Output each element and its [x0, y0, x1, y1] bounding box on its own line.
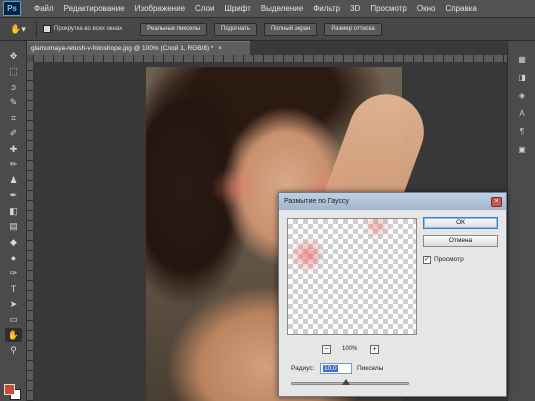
- preview-checkbox-label: Просмотр: [434, 256, 464, 263]
- preview-zoom-level: 100%: [342, 346, 358, 352]
- horizontal-ruler: [33, 55, 507, 62]
- menu-file[interactable]: Файл: [29, 4, 59, 13]
- preview-blush-left: [290, 237, 326, 273]
- healing-brush-tool-icon[interactable]: ✚: [5, 142, 22, 156]
- menu-bar: Ps Файл Редактирование Изображение Слои …: [0, 0, 535, 18]
- menu-type[interactable]: Шрифт: [219, 4, 255, 13]
- panel-dock: ▦ ◨ ◈ A ¶ ▣: [507, 41, 535, 401]
- fit-screen-button[interactable]: Подогнать: [214, 22, 257, 36]
- cancel-button[interactable]: Отмена: [423, 235, 498, 247]
- radius-label: Радиус:: [291, 365, 315, 372]
- path-select-tool-icon[interactable]: ➤: [5, 297, 22, 311]
- document-tab-bar: glamurnaya-retush-v-fotoshope.jpg @ 100%…: [27, 41, 507, 55]
- radius-value: 10,0: [323, 365, 338, 372]
- menu-layers[interactable]: Слои: [190, 4, 219, 13]
- document-tab-title: glamurnaya-retush-v-fotoshope.jpg @ 100%…: [31, 45, 214, 52]
- radius-input[interactable]: 10,0: [320, 363, 352, 374]
- gradient-tool-icon[interactable]: ▤: [5, 220, 22, 234]
- zoom-out-button[interactable]: −: [322, 345, 331, 354]
- menu-image[interactable]: Изображение: [130, 4, 190, 13]
- scroll-all-windows-label: Прокрутка во всех окнах: [54, 26, 123, 32]
- eraser-tool-icon[interactable]: ◧: [5, 204, 22, 218]
- radius-units: Пикселы: [357, 365, 384, 372]
- blur-tool-icon[interactable]: ◆: [5, 235, 22, 249]
- hand-tool-icon[interactable]: ✋: [5, 328, 22, 342]
- document-tab[interactable]: glamurnaya-retush-v-fotoshope.jpg @ 100%…: [27, 41, 250, 55]
- adjustments-panel-icon[interactable]: ◨: [515, 71, 529, 83]
- crop-tool-icon[interactable]: ⌗: [5, 111, 22, 125]
- character-panel-icon[interactable]: A: [515, 107, 529, 119]
- preview-blush-right: [362, 219, 392, 239]
- scroll-all-windows-checkbox[interactable]: [43, 25, 51, 33]
- quick-select-tool-icon[interactable]: ✎: [5, 96, 22, 110]
- history-brush-tool-icon[interactable]: ✒: [5, 189, 22, 203]
- dialog-title: Размытие по Гауссу: [279, 193, 506, 210]
- menu-help[interactable]: Справка: [440, 4, 481, 13]
- menu-view[interactable]: Просмотр: [365, 4, 412, 13]
- marquee-tool-icon[interactable]: ⬚: [5, 65, 22, 79]
- gaussian-blur-dialog: Размытие по Гауссу × − 100% + Радиус: 10…: [278, 192, 507, 397]
- preview-checkbox[interactable]: ✓: [423, 256, 431, 264]
- lasso-tool-icon[interactable]: ↄ: [5, 80, 22, 94]
- hand-icon[interactable]: ✋▾: [4, 21, 32, 38]
- options-bar: ✋▾ Прокрутка во всех окнах Реальные пикс…: [0, 18, 535, 41]
- menu-3d[interactable]: 3D: [345, 4, 365, 13]
- menu-select[interactable]: Выделение: [256, 4, 308, 13]
- radius-slider-thumb[interactable]: [342, 379, 351, 385]
- layers-panel-icon[interactable]: ◈: [515, 89, 529, 101]
- close-icon[interactable]: ×: [491, 197, 502, 207]
- history-panel-icon[interactable]: ▦: [515, 53, 529, 65]
- print-size-button[interactable]: Размер оттиска: [324, 22, 382, 36]
- options-divider: [36, 21, 37, 37]
- tools-panel: ✥ ⬚ ↄ ✎ ⌗ ✐ ✚ ✏ ♟ ✒ ◧ ▤ ◆ ● ✑ T ➤ ▭ ✋ ⚲: [0, 41, 27, 401]
- zoom-tool-icon[interactable]: ⚲: [5, 344, 22, 358]
- foreground-color-swatch[interactable]: [4, 384, 15, 395]
- swatches-panel-icon[interactable]: ▣: [515, 143, 529, 155]
- clone-stamp-tool-icon[interactable]: ♟: [5, 173, 22, 187]
- type-tool-icon[interactable]: T: [5, 282, 22, 296]
- move-tool-icon[interactable]: ✥: [5, 49, 22, 63]
- photoshop-window: Ps Файл Редактирование Изображение Слои …: [0, 0, 535, 401]
- eyedropper-tool-icon[interactable]: ✐: [5, 127, 22, 141]
- actual-pixels-button[interactable]: Реальные пикселы: [140, 22, 208, 36]
- dodge-tool-icon[interactable]: ●: [5, 251, 22, 265]
- photoshop-logo: Ps: [3, 1, 21, 16]
- zoom-in-button[interactable]: +: [370, 345, 379, 354]
- pen-tool-icon[interactable]: ✑: [5, 266, 22, 280]
- fill-screen-button[interactable]: Полный экран: [263, 22, 318, 36]
- shape-tool-icon[interactable]: ▭: [5, 313, 22, 327]
- menu-window[interactable]: Окно: [412, 4, 441, 13]
- brush-tool-icon[interactable]: ✏: [5, 158, 22, 172]
- menu-edit[interactable]: Редактирование: [59, 4, 130, 13]
- close-icon[interactable]: ×: [218, 45, 222, 52]
- ok-button[interactable]: ОК: [423, 217, 498, 229]
- menu-filter[interactable]: Фильтр: [308, 4, 345, 13]
- paragraph-panel-icon[interactable]: ¶: [515, 125, 529, 137]
- blur-preview[interactable]: [287, 218, 417, 335]
